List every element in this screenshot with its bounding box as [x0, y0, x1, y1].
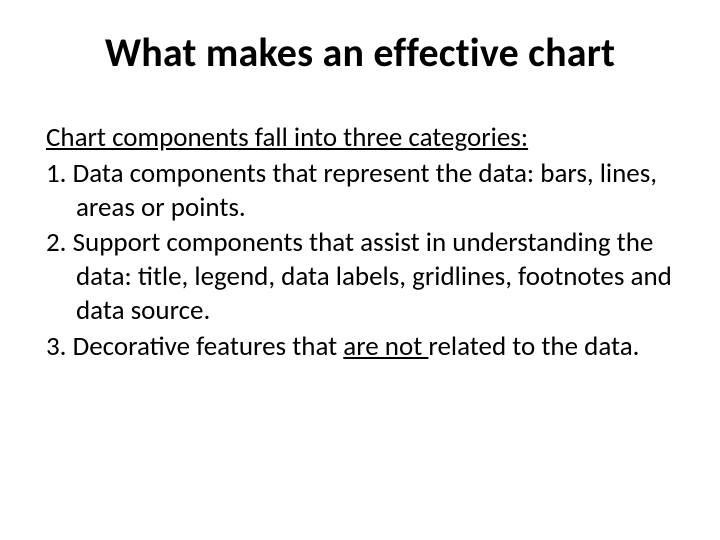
item-text-prefix: Decorative features that [73, 330, 344, 363]
list-item: 3. Decorative features that are not rela… [46, 330, 674, 364]
slide-body: Chart components fall into three categor… [40, 121, 680, 363]
item-text: Support components that assist in unders… [73, 226, 672, 327]
item-number: 1. [46, 157, 73, 190]
slide-title: What makes an effective chart [40, 28, 680, 77]
list-item: 2. Support components that assist in und… [46, 226, 674, 327]
item-number: 2. [46, 226, 73, 259]
item-text-underlined: are not [343, 330, 428, 363]
item-text: Data components that represent the data:… [73, 157, 657, 224]
item-number: 3. [46, 330, 73, 363]
item-text-suffix: related to the data. [428, 330, 639, 363]
list-item: 1. Data components that represent the da… [46, 157, 674, 225]
intro-line: Chart components fall into three categor… [46, 121, 674, 155]
slide: What makes an effective chart Chart comp… [0, 0, 720, 540]
